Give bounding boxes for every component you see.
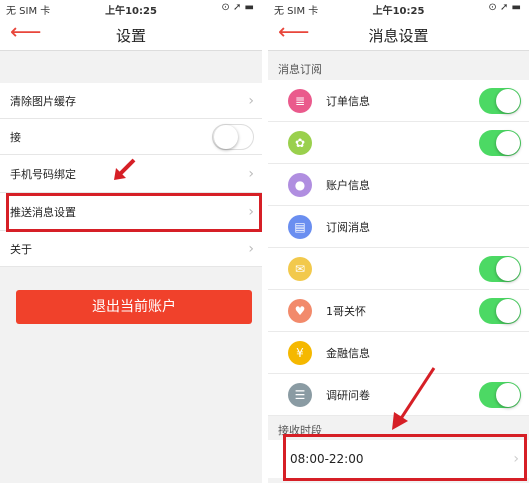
- row-label: 推送消息设置: [10, 205, 76, 219]
- heart-icon: ♥: [288, 298, 312, 323]
- item-label: 金融信息: [326, 346, 370, 360]
- nav-bar: ⟵ 设置: [0, 17, 262, 51]
- status-bar: 无 SIM 卡 上午10:25 ⊙ ➚ ▬: [0, 0, 262, 17]
- finance-icon: ¥: [288, 340, 312, 365]
- subscription-item: ✉: [268, 248, 529, 290]
- row-label: 清除图片缓存: [10, 94, 76, 108]
- item-label: 订阅消息: [326, 220, 370, 234]
- survey-icon: ☰: [288, 382, 312, 407]
- phone-binding-row[interactable]: 手机号码绑定 ›: [0, 155, 262, 193]
- toggle-knob: [214, 124, 238, 149]
- page-title: 设置: [115, 27, 146, 45]
- about-row[interactable]: 关于 ›: [0, 231, 262, 267]
- subscription-toggle[interactable]: [479, 255, 521, 282]
- chevron-right-icon: ›: [248, 92, 254, 109]
- subscription-toggle[interactable]: [479, 297, 521, 324]
- clear-cache-row[interactable]: 清除图片缓存 ›: [0, 83, 262, 119]
- subscription-item: ✿: [268, 122, 529, 164]
- logout-button[interactable]: 退出当前账户: [16, 290, 252, 324]
- row-label: 接: [10, 130, 21, 144]
- receive-push-row: 接: [0, 119, 262, 155]
- receive-time-row[interactable]: 08:00-22:00 ›: [268, 440, 529, 478]
- settings-screen: 无 SIM 卡 上午10:25 ⊙ ➚ ▬ ⟵ 设置 清除图片缓存 › 接 手机…: [0, 0, 262, 483]
- push-toggle[interactable]: [212, 123, 254, 150]
- toggle-knob: [496, 382, 520, 407]
- section-header-time: 接收时段: [278, 424, 322, 437]
- subscription-item: ♥ 1哥关怀: [268, 290, 529, 332]
- item-label: 账户信息: [326, 178, 370, 192]
- account-icon: ●: [288, 172, 312, 197]
- subscription-item: ☰ 调研问卷: [268, 374, 529, 416]
- push-settings-row[interactable]: 推送消息设置 ›: [0, 193, 262, 231]
- row-label: 手机号码绑定: [10, 167, 76, 181]
- order-icon: ≣: [288, 88, 312, 113]
- chevron-right-icon: ›: [248, 165, 254, 182]
- item-label: 订单信息: [326, 94, 370, 108]
- subscription-item: ≣ 订单信息: [268, 80, 529, 122]
- item-label: 1哥关怀: [326, 304, 366, 318]
- toggle-knob: [496, 130, 520, 155]
- message-settings-screen: 无 SIM 卡 上午10:25 ⊙ ➚ ▬ ⟵ 消息设置 消息订阅 ≣ 订单信息 ✿…: [268, 0, 529, 483]
- clock-text: 上午10:25: [372, 6, 425, 17]
- status-icons: ⊙ ➚ ▬: [221, 2, 254, 13]
- chevron-right-icon: ›: [513, 451, 519, 467]
- subscription-toggle[interactable]: [479, 87, 521, 114]
- toggle-knob: [496, 298, 520, 323]
- promo-icon: ✿: [288, 130, 312, 155]
- nav-bar: ⟵ 消息设置: [268, 17, 529, 51]
- subscribe-icon: ▤: [288, 214, 312, 239]
- item-label: 调研问卷: [326, 388, 370, 402]
- subscription-item: ● 账户信息: [268, 164, 529, 206]
- row-label: 关于: [10, 242, 32, 256]
- carrier-text: 无 SIM 卡: [274, 6, 319, 17]
- section-header-subscribe: 消息订阅: [278, 63, 322, 76]
- status-icons: ⊙ ➚ ▬: [488, 2, 521, 13]
- time-range-value: 08:00-22:00: [290, 452, 364, 466]
- clock-text: 上午10:25: [105, 6, 157, 17]
- carrier-text: 无 SIM 卡: [6, 6, 51, 17]
- chevron-right-icon: ›: [248, 240, 254, 257]
- subscription-toggle[interactable]: [479, 129, 521, 156]
- page-title: 消息设置: [368, 27, 429, 45]
- subscription-item: ▤ 订阅消息: [268, 206, 529, 248]
- chevron-right-icon: ›: [248, 203, 254, 220]
- toggle-knob: [496, 256, 520, 281]
- status-bar: 无 SIM 卡 上午10:25 ⊙ ➚ ▬: [268, 0, 529, 17]
- subscription-toggle[interactable]: [479, 381, 521, 408]
- subscription-item: ¥ 金融信息: [268, 332, 529, 374]
- toggle-knob: [496, 88, 520, 113]
- notice-icon: ✉: [288, 256, 312, 281]
